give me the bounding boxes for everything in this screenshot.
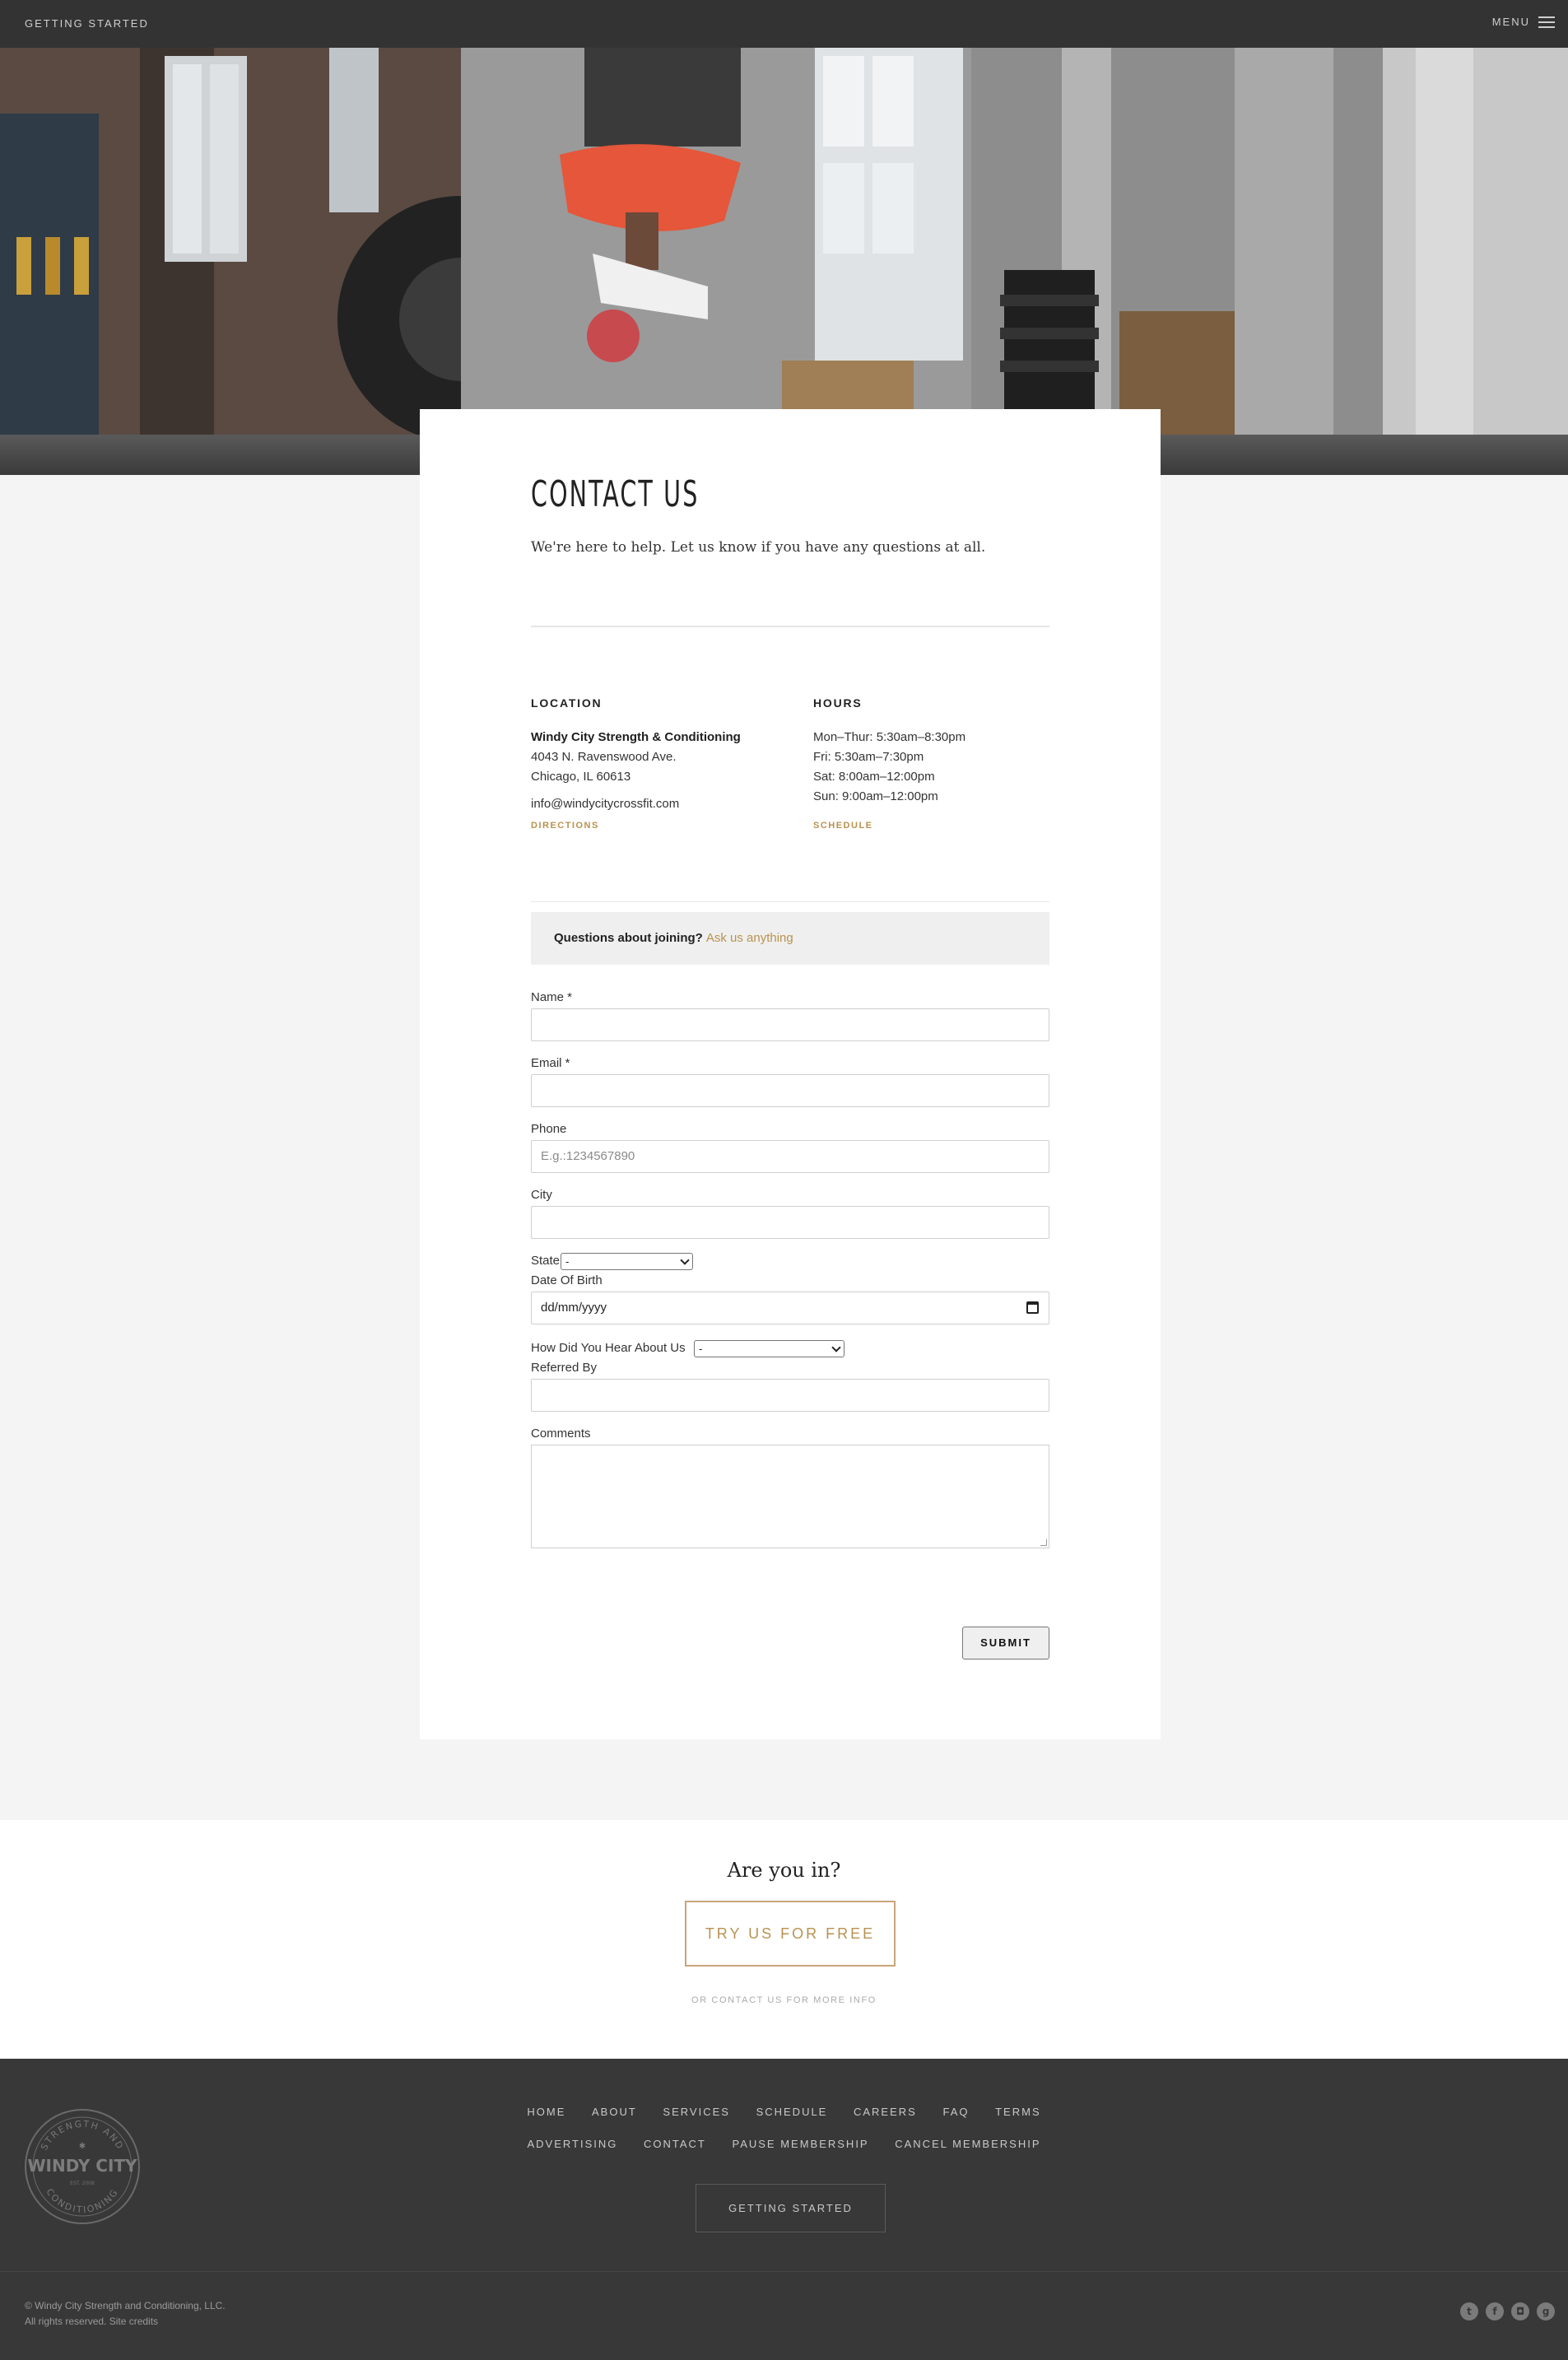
footer-getting-started-button[interactable]: GETTING STARTED xyxy=(696,2184,886,2232)
divider xyxy=(531,626,1049,627)
state-select-value: - xyxy=(565,1255,570,1268)
page-title: CONTACT US xyxy=(531,473,700,515)
badge-est-text: EST. 2008 xyxy=(70,2181,95,2186)
address-line-1: 4043 N. Ravenswood Ave. xyxy=(531,750,677,764)
menu-button[interactable]: MENU xyxy=(1492,16,1555,28)
location-address: Windy City Strength & Conditioning 4043 … xyxy=(531,728,741,787)
hear-about-select-value: - xyxy=(699,1343,703,1355)
city-input[interactable] xyxy=(531,1206,1049,1239)
state-select[interactable]: - xyxy=(561,1253,693,1270)
questions-banner: Questions about joining? Ask us anything xyxy=(531,912,1049,965)
footer-link-contact[interactable]: CONTACT xyxy=(644,2138,706,2150)
chevron-down-icon xyxy=(680,1254,690,1265)
rights-line: All rights reserved. Site credits xyxy=(25,2316,159,2327)
footer-nav-row-2: ADVERTISING CONTACT PAUSE MEMBERSHIP CAN… xyxy=(0,2138,1568,2150)
dob-placeholder: dd/mm/yyyy xyxy=(541,1301,607,1315)
email-label: Email * xyxy=(531,1056,570,1070)
top-navigation: GETTING STARTED MENU xyxy=(0,0,1568,48)
banner-question: Questions about joining? xyxy=(554,931,703,945)
hear-about-label: How Did You Hear About Us xyxy=(531,1341,686,1355)
footer-link-services[interactable]: SERVICES xyxy=(663,2106,730,2118)
submit-button[interactable]: SUBMIT xyxy=(962,1627,1049,1659)
footer-link-pause-membership[interactable]: PAUSE MEMBERSHIP xyxy=(732,2138,868,2150)
badge-bottom-text: CONDITIONING xyxy=(44,2186,119,2215)
email-input[interactable] xyxy=(531,1074,1049,1107)
footer-link-schedule[interactable]: SCHEDULE xyxy=(756,2106,828,2118)
referred-by-input[interactable] xyxy=(531,1379,1049,1412)
cta-heading: Are you in? xyxy=(727,1859,841,1882)
ask-us-link[interactable]: Ask us anything xyxy=(706,931,793,945)
comments-textarea[interactable] xyxy=(531,1445,1049,1548)
gym-name: Windy City Strength & Conditioning xyxy=(531,730,741,744)
city-label: City xyxy=(531,1188,552,1202)
footer-nav-row-1: HOME ABOUT SERVICES SCHEDULE CAREERS FAQ… xyxy=(0,2106,1568,2118)
hours-row: Mon–Thur: 5:30am–8:30pm xyxy=(813,730,966,744)
copyright: © Windy City Strength and Conditioning, … xyxy=(25,2298,226,2330)
dob-label: Date Of Birth xyxy=(531,1273,603,1287)
hours-heading: HOURS xyxy=(813,696,863,710)
referred-by-label: Referred By xyxy=(531,1361,598,1375)
contact-card: CONTACT US We're here to help. Let us kn… xyxy=(420,409,1161,1739)
getting-started-link[interactable]: GETTING STARTED xyxy=(25,17,149,30)
phone-input[interactable]: E.g.:1234567890 xyxy=(531,1140,1049,1173)
footer: STRENGTH AND WINDY CITY EST. 2008 CONDIT… xyxy=(0,2059,1568,2360)
hamburger-icon xyxy=(1538,16,1555,28)
footer-divider xyxy=(0,2271,1568,2272)
phone-label: Phone xyxy=(531,1122,567,1136)
page-subtitle: We're here to help. Let us know if you h… xyxy=(531,539,986,556)
chevron-down-icon xyxy=(831,1342,841,1352)
calendar-icon[interactable] xyxy=(1026,1301,1039,1314)
dob-input[interactable]: dd/mm/yyyy xyxy=(531,1292,1049,1324)
divider xyxy=(531,901,1049,902)
footer-link-advertising[interactable]: ADVERTISING xyxy=(527,2138,617,2150)
hours-row: Fri: 5:30am–7:30pm xyxy=(813,750,924,764)
location-heading: LOCATION xyxy=(531,696,603,710)
instagram-icon[interactable]: ◘ xyxy=(1511,2302,1529,2320)
email-link[interactable]: info@windycitycrossfit.com xyxy=(531,794,679,814)
twitter-icon[interactable]: t xyxy=(1460,2302,1478,2320)
contact-more-link[interactable]: OR CONTACT US FOR MORE INFO xyxy=(0,1995,1568,2005)
comments-label: Comments xyxy=(531,1427,591,1441)
badge-main-text: WINDY CITY xyxy=(27,2156,137,2176)
menu-label: MENU xyxy=(1491,16,1530,28)
try-free-button[interactable]: TRY US FOR FREE xyxy=(685,1901,896,1967)
hours-row: Sat: 8:00am–12:00pm xyxy=(813,770,935,784)
footer-link-cancel-membership[interactable]: CANCEL MEMBERSHIP xyxy=(895,2138,1040,2150)
copyright-line: © Windy City Strength and Conditioning, … xyxy=(25,2300,226,2311)
social-links: t f ◘ g xyxy=(1460,2302,1555,2320)
schedule-link[interactable]: SCHEDULE xyxy=(813,821,873,831)
state-label: State xyxy=(531,1254,561,1268)
facebook-icon[interactable]: f xyxy=(1486,2302,1504,2320)
hours-list: Mon–Thur: 5:30am–8:30pm Fri: 5:30am–7:30… xyxy=(813,728,965,807)
svg-text:CONDITIONING: CONDITIONING xyxy=(44,2186,120,2215)
name-label: Name * xyxy=(531,990,573,1004)
footer-link-home[interactable]: HOME xyxy=(527,2106,565,2118)
footer-link-faq[interactable]: FAQ xyxy=(942,2106,969,2118)
footer-link-careers[interactable]: CAREERS xyxy=(854,2106,917,2118)
resize-handle-icon[interactable] xyxy=(1040,1539,1047,1546)
footer-link-terms[interactable]: TERMS xyxy=(995,2106,1041,2118)
banner-text: Questions about joining? Ask us anything xyxy=(554,931,793,945)
footer-link-about[interactable]: ABOUT xyxy=(592,2106,637,2118)
google-plus-icon[interactable]: g xyxy=(1537,2302,1555,2320)
directions-link[interactable]: DIRECTIONS xyxy=(531,821,599,831)
hours-row: Sun: 9:00am–12:00pm xyxy=(813,789,938,803)
address-line-2: Chicago, IL 60613 xyxy=(531,770,631,784)
footer-badge-logo: STRENGTH AND WINDY CITY EST. 2008 CONDIT… xyxy=(25,2109,140,2224)
name-input[interactable] xyxy=(531,1008,1049,1041)
hear-about-select[interactable]: - xyxy=(694,1340,844,1357)
cta-section: Are you in? TRY US FOR FREE OR CONTACT U… xyxy=(0,1820,1568,2059)
